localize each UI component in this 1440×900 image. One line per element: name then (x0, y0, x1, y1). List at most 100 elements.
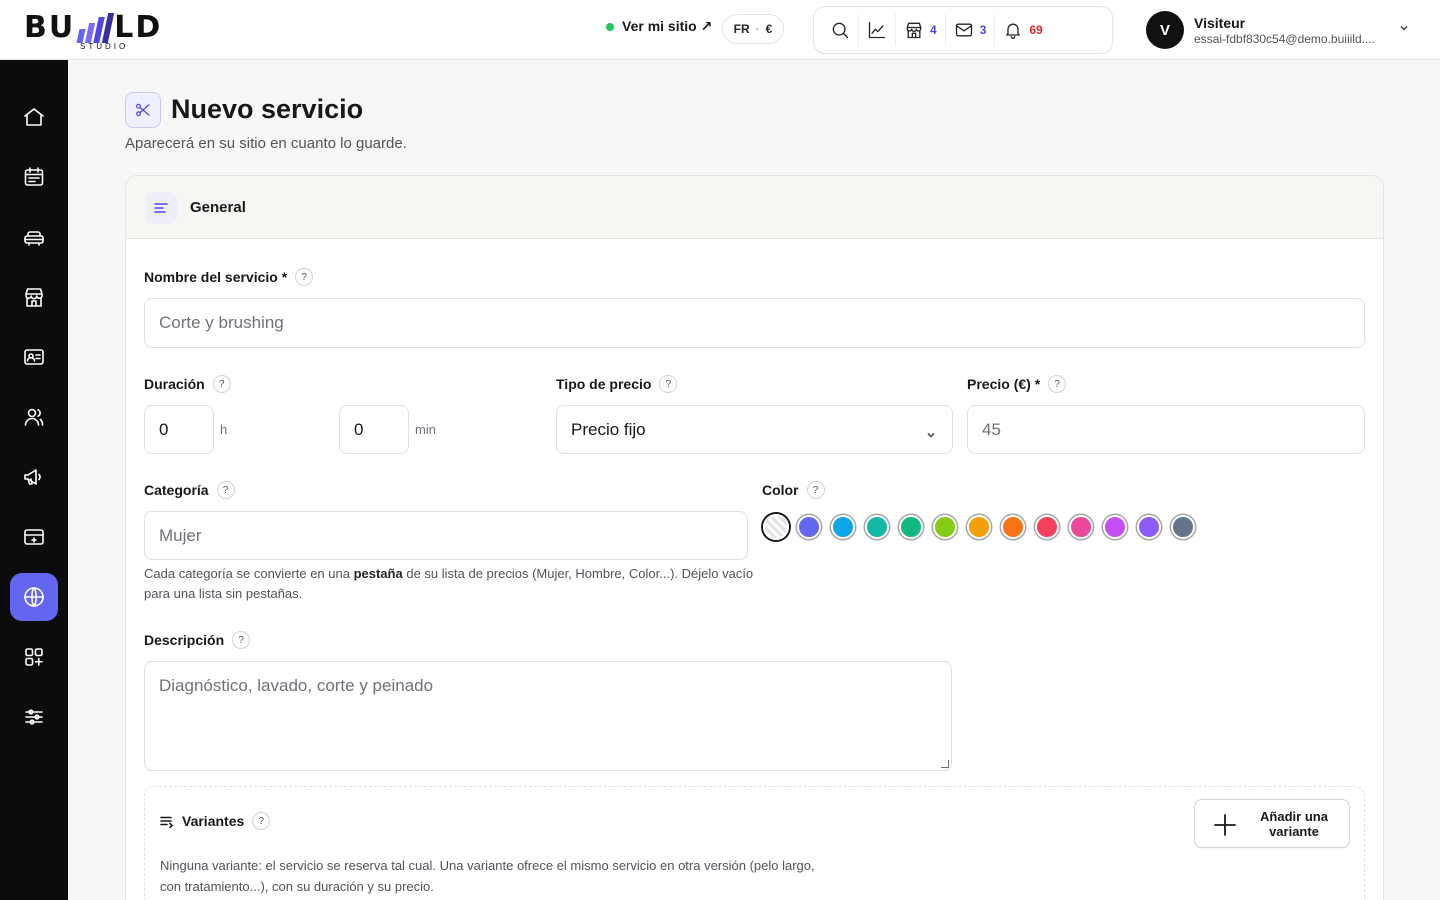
currency-symbol: € (765, 22, 773, 36)
color-swatch[interactable] (865, 515, 889, 539)
sidebar-item-settings[interactable] (10, 693, 58, 741)
megaphone-icon (24, 469, 41, 485)
chevron-down-icon (926, 425, 936, 445)
add-variant-button[interactable]: Añadir una variante (1194, 799, 1350, 848)
help-icon[interactable]: ? (232, 631, 251, 649)
sidebar-item-store[interactable] (10, 273, 58, 321)
logo-word-right: LD (114, 10, 163, 45)
sidebar (0, 60, 68, 900)
service-form-card: General Nombre del servicio * ? Corte y … (125, 175, 1384, 900)
messages-button[interactable]: 3 (946, 14, 996, 46)
sidebar-item-calendar[interactable] (10, 153, 58, 201)
sidebar-item-website[interactable] (10, 573, 58, 621)
user-menu[interactable]: V Visiteur essai-fdbf830c54@demo.buiiild… (1146, 10, 1416, 50)
calendar-icon (24, 167, 44, 186)
color-swatch[interactable] (1069, 515, 1093, 539)
section-icon (145, 192, 177, 224)
home-icon (24, 108, 44, 126)
category-label: Categoría ? (144, 481, 235, 499)
help-icon[interactable]: ? (212, 375, 231, 393)
globe-icon (24, 587, 44, 607)
help-icon[interactable]: ? (1048, 375, 1067, 393)
color-swatch[interactable] (1035, 515, 1059, 539)
price-input[interactable]: 45 (967, 405, 1365, 454)
description-label: Descripción ? (144, 631, 251, 649)
sidebar-item-clients[interactable] (10, 393, 58, 441)
category-hint: Cada categoría se convierte en una pesta… (144, 566, 754, 601)
help-icon[interactable]: ? (252, 812, 271, 830)
sidebar-item-services[interactable] (10, 213, 58, 261)
plus-icon (1214, 814, 1236, 836)
resize-handle[interactable] (941, 760, 949, 768)
payment-icon (24, 529, 44, 545)
apps-add-icon (25, 648, 43, 666)
variants-label: Variantes ? (160, 812, 271, 830)
services-icon (24, 231, 44, 246)
color-swatch[interactable] (933, 515, 957, 539)
chevron-down-icon (1398, 21, 1410, 39)
duration-label: Duración ? (144, 375, 231, 393)
user-email: essai-fdbf830c54@demo.buiiild.... (1194, 31, 1375, 46)
service-name-input[interactable]: Corte y brushing (144, 298, 1365, 348)
help-icon[interactable]: ? (216, 481, 235, 499)
sidebar-item-home[interactable] (10, 93, 58, 141)
page-subtitle: Aparecerá en su sitio en cuanto lo guard… (125, 135, 407, 152)
sidebar-item-marketing[interactable] (10, 453, 58, 501)
price-label: Precio (€) * ? (967, 375, 1067, 393)
toolbar-group: 4 3 69 (813, 6, 1113, 54)
stats-button[interactable] (859, 14, 896, 46)
color-swatch[interactable] (1137, 515, 1161, 539)
color-label: Color ? (762, 481, 825, 499)
top-bar: BU LD STUDIO Ver mi sitio ↗ FR · € 4 3 6… (0, 0, 1440, 60)
color-swatch[interactable] (1103, 515, 1127, 539)
service-name-label: Nombre del servicio * ? (144, 268, 314, 286)
logo-word-left: BU (24, 10, 76, 45)
notification-count-badge: 69 (1029, 23, 1043, 37)
shop-count-badge: 4 (930, 23, 937, 37)
mail-icon (955, 23, 972, 37)
help-icon[interactable]: ? (295, 268, 314, 286)
category-input[interactable]: Mujer (144, 511, 748, 560)
color-swatch[interactable] (1171, 515, 1195, 539)
color-swatch[interactable] (831, 515, 855, 539)
store-icon (25, 288, 43, 307)
sidebar-item-contacts[interactable] (10, 333, 58, 381)
view-site-link[interactable]: Ver mi sitio ↗ (606, 18, 712, 35)
duration-minutes-input[interactable]: 0 (339, 405, 409, 454)
duration-hours-input[interactable]: 0 (144, 405, 214, 454)
price-type-value: Precio fijo (571, 419, 646, 439)
help-icon[interactable]: ? (806, 481, 825, 499)
avatar: V (1146, 11, 1184, 49)
section-title: General (190, 199, 246, 216)
mail-count-badge: 3 (979, 23, 987, 37)
contact-card-icon (24, 349, 44, 365)
page-title: Nuevo servicio (171, 94, 364, 124)
logo-bars (76, 12, 115, 43)
variants-section: Variantes ? Añadir una variante Ninguna … (144, 786, 1365, 900)
notifications-button[interactable]: 69 (995, 14, 1050, 46)
shop-orders-button[interactable]: 4 (896, 14, 946, 46)
sidebar-item-payments[interactable] (10, 513, 58, 561)
help-icon[interactable]: ? (659, 375, 678, 393)
text-align-icon (154, 203, 168, 213)
logo[interactable]: BU LD STUDIO (24, 8, 184, 52)
description-textarea[interactable]: Diagnóstico, lavado, corte y peinado (144, 661, 952, 771)
minutes-unit: min (415, 422, 436, 437)
color-swatch[interactable] (967, 515, 991, 539)
search-button[interactable] (822, 14, 859, 46)
users-icon (24, 408, 44, 426)
store-icon (906, 22, 922, 39)
sidebar-item-apps[interactable] (10, 633, 58, 681)
color-swatch[interactable] (899, 515, 923, 539)
online-status-dot (606, 22, 614, 31)
color-swatch[interactable] (797, 515, 821, 539)
color-swatch-none[interactable] (763, 514, 789, 540)
price-type-select[interactable]: Precio fijo (556, 405, 953, 454)
language-currency-switcher[interactable]: FR · € (722, 14, 784, 44)
color-swatch[interactable] (1001, 515, 1025, 539)
chart-line-icon (868, 21, 886, 39)
hours-unit: h (220, 422, 228, 437)
user-name: Visiteur (1194, 14, 1246, 31)
list-icon (160, 816, 174, 828)
page-icon (125, 92, 161, 128)
